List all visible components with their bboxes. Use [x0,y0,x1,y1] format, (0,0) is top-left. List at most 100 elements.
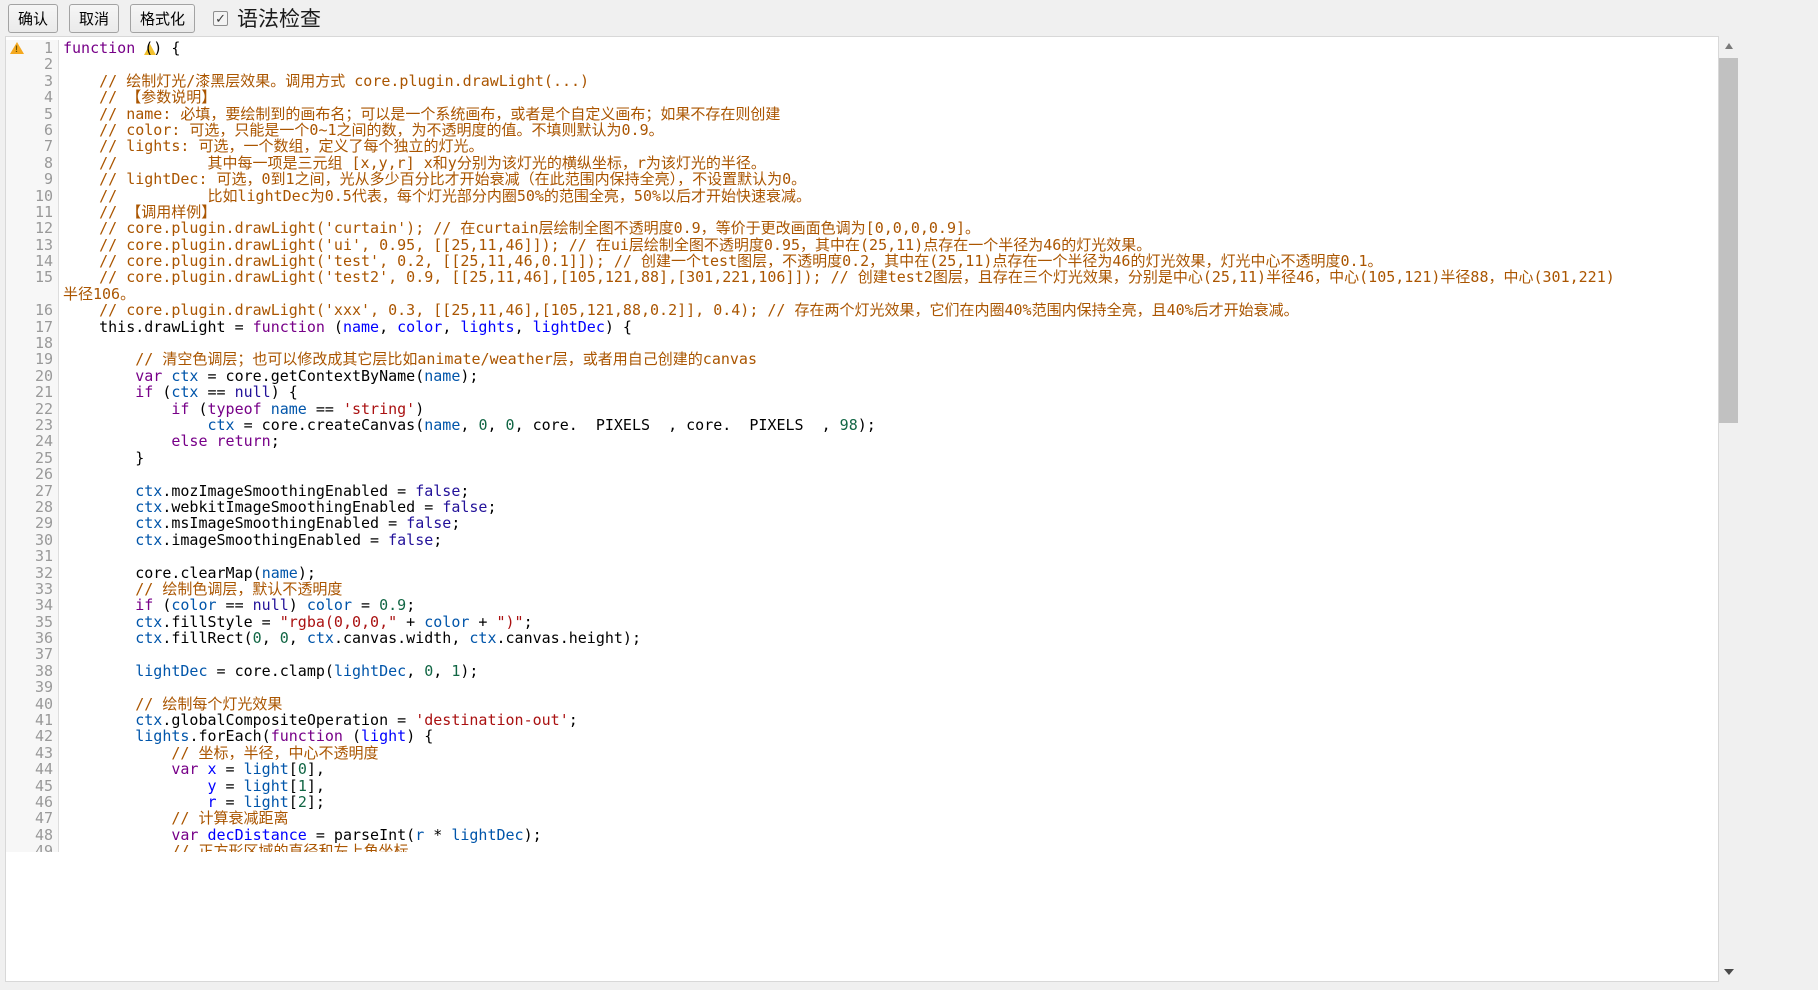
code-text[interactable]: // 绘制每个灯光效果 [59,696,1718,712]
code-text[interactable]: } [59,450,1718,466]
code-text[interactable]: ctx.fillStyle = "rgba(0,0,0," + color + … [59,614,1718,630]
code-line[interactable]: 31 [6,548,1718,564]
code-line[interactable]: 17 this.drawLight = function (name, colo… [6,319,1718,335]
code-line[interactable]: 34 if (color == null) color = 0.9; [6,597,1718,613]
code-text[interactable]: // lightDec: 可选，0到1之间，光从多少百分比才开始衰减（在此范围内… [59,171,1718,187]
code-line[interactable]: 13 // core.plugin.drawLight('ui', 0.95, … [6,237,1718,253]
code-text[interactable]: if (typeof name == 'string') [59,401,1718,417]
code-text[interactable]: // core.plugin.drawLight('test', 0.2, [[… [59,253,1718,269]
code-editor[interactable]: 1function () {23 // 绘制灯光/漆黑层效果。调用方式 core… [6,37,1718,852]
code-text[interactable] [59,679,1718,695]
code-text[interactable]: var x = light[0], [59,761,1718,777]
code-text[interactable]: // 绘制灯光/漆黑层效果。调用方式 core.plugin.drawLight… [59,73,1718,89]
code-text[interactable]: var decDistance = parseInt(r * lightDec)… [59,827,1718,843]
code-line[interactable]: 44 var x = light[0], [6,761,1718,777]
code-line[interactable]: 23 ctx = core.createCanvas(name, 0, 0, c… [6,417,1718,433]
code-line[interactable]: 27 ctx.mozImageSmoothingEnabled = false; [6,483,1718,499]
code-line[interactable]: 7 // lights: 可选，一个数组，定义了每个独立的灯光。 [6,138,1718,154]
code-text[interactable]: // 坐标，半径，中心不透明度 [59,745,1718,761]
code-text[interactable]: ctx.globalCompositeOperation = 'destinat… [59,712,1718,728]
code-line[interactable]: 12 // core.plugin.drawLight('curtain'); … [6,220,1718,236]
code-line[interactable]: 1function () { [6,40,1718,56]
scrollbar-thumb[interactable] [1719,58,1738,423]
code-line[interactable]: 29 ctx.msImageSmoothingEnabled = false; [6,515,1718,531]
code-text[interactable]: if (color == null) color = 0.9; [59,597,1718,613]
code-line[interactable]: 49 // 正方形区域的直径和左上角坐标 [6,843,1718,852]
code-text[interactable]: // 【调用样例】 [59,204,1718,220]
scroll-down-button[interactable] [1719,962,1738,982]
code-line[interactable]: 24 else return; [6,433,1718,449]
code-text[interactable]: // 计算衰减距离 [59,810,1718,826]
code-line[interactable]: 32 core.clearMap(name); [6,565,1718,581]
code-line[interactable]: 19 // 清空色调层；也可以修改成其它层比如animate/weather层，… [6,351,1718,367]
code-text[interactable] [59,548,1718,564]
vertical-scrollbar[interactable] [1719,36,1738,982]
code-text[interactable]: // 其中每一项是三元组 [x,y,r] x和y分别为该灯光的横纵坐标，r为该灯… [59,155,1718,171]
code-text[interactable]: this.drawLight = function (name, color, … [59,319,1718,335]
code-line[interactable]: 3 // 绘制灯光/漆黑层效果。调用方式 core.plugin.drawLig… [6,73,1718,89]
code-line[interactable]: 39 [6,679,1718,695]
code-line[interactable]: 40 // 绘制每个灯光效果 [6,696,1718,712]
code-text[interactable]: r = light[2]; [59,794,1718,810]
code-line[interactable]: 35 ctx.fillStyle = "rgba(0,0,0," + color… [6,614,1718,630]
code-text[interactable]: function () { [59,40,1718,56]
code-line[interactable]: 2 [6,56,1718,72]
cancel-button[interactable]: 取消 [69,4,119,33]
code-text[interactable]: // 绘制色调层，默认不透明度 [59,581,1718,597]
code-text[interactable]: // 清空色调层；也可以修改成其它层比如animate/weather层，或者用… [59,351,1718,367]
code-text[interactable]: // 正方形区域的直径和左上角坐标 [59,843,1718,852]
code-text[interactable]: // core.plugin.drawLight('test2', 0.9, [… [59,269,1718,285]
code-text[interactable]: lightDec = core.clamp(lightDec, 0, 1); [59,663,1718,679]
code-line[interactable]: 5 // name: 必填，要绘制到的画布名；可以是一个系统画布，或者是个自定义… [6,106,1718,122]
code-line[interactable]: 半径106。 [6,286,1718,302]
code-text[interactable] [59,646,1718,662]
code-text[interactable]: if (ctx == null) { [59,384,1718,400]
code-line[interactable]: 38 lightDec = core.clamp(lightDec, 0, 1)… [6,663,1718,679]
code-text[interactable]: // color: 可选，只能是一个0~1之间的数，为不透明度的值。不填则默认为… [59,122,1718,138]
code-text[interactable]: ctx = core.createCanvas(name, 0, 0, core… [59,417,1718,433]
scroll-up-button[interactable] [1719,36,1738,56]
code-line[interactable]: 11 // 【调用样例】 [6,204,1718,220]
code-line[interactable]: 45 y = light[1], [6,778,1718,794]
code-text[interactable]: // core.plugin.drawLight('curtain'); // … [59,220,1718,236]
code-text[interactable] [59,56,1718,72]
code-line[interactable]: 41 ctx.globalCompositeOperation = 'desti… [6,712,1718,728]
code-line[interactable]: 16 // core.plugin.drawLight('xxx', 0.3, … [6,302,1718,318]
code-line[interactable]: 43 // 坐标，半径，中心不透明度 [6,745,1718,761]
code-text[interactable]: else return; [59,433,1718,449]
code-text[interactable]: // core.plugin.drawLight('xxx', 0.3, [[2… [59,302,1718,318]
code-line[interactable]: 30 ctx.imageSmoothingEnabled = false; [6,532,1718,548]
code-line[interactable]: 25 } [6,450,1718,466]
code-line[interactable]: 22 if (typeof name == 'string') [6,401,1718,417]
code-line[interactable]: 33 // 绘制色调层，默认不透明度 [6,581,1718,597]
code-text[interactable]: ctx.msImageSmoothingEnabled = false; [59,515,1718,531]
code-line[interactable]: 14 // core.plugin.drawLight('test', 0.2,… [6,253,1718,269]
code-text[interactable]: ctx.fillRect(0, 0, ctx.canvas.width, ctx… [59,630,1718,646]
code-line[interactable]: 48 var decDistance = parseInt(r * lightD… [6,827,1718,843]
code-text[interactable] [59,466,1718,482]
code-line[interactable]: 10 // 比如lightDec为0.5代表，每个灯光部分内圈50%的范围全亮，… [6,188,1718,204]
confirm-button[interactable]: 确认 [8,4,58,33]
code-line[interactable]: 46 r = light[2]; [6,794,1718,810]
code-line[interactable]: 42 lights.forEach(function (light) { [6,728,1718,744]
code-line[interactable]: 20 var ctx = core.getContextByName(name)… [6,368,1718,384]
code-text[interactable] [59,335,1718,351]
code-text[interactable]: y = light[1], [59,778,1718,794]
code-line[interactable]: 47 // 计算衰减距离 [6,810,1718,826]
code-line[interactable]: 28 ctx.webkitImageSmoothingEnabled = fal… [6,499,1718,515]
code-text[interactable]: // 比如lightDec为0.5代表，每个灯光部分内圈50%的范围全亮，50%… [59,188,1718,204]
code-text[interactable]: // 【参数说明】 [59,89,1718,105]
code-line[interactable]: 37 [6,646,1718,662]
code-text[interactable]: 半径106。 [59,286,1718,302]
code-text[interactable]: core.clearMap(name); [59,565,1718,581]
code-text[interactable]: // core.plugin.drawLight('ui', 0.95, [[2… [59,237,1718,253]
code-line[interactable]: 15 // core.plugin.drawLight('test2', 0.9… [6,269,1718,285]
code-text[interactable]: // lights: 可选，一个数组，定义了每个独立的灯光。 [59,138,1718,154]
syntax-check-checkbox[interactable]: ✓ [213,11,228,26]
format-button[interactable]: 格式化 [130,4,195,33]
code-text[interactable]: ctx.mozImageSmoothingEnabled = false; [59,483,1718,499]
code-line[interactable]: 9 // lightDec: 可选，0到1之间，光从多少百分比才开始衰减（在此范… [6,171,1718,187]
code-line[interactable]: 8 // 其中每一项是三元组 [x,y,r] x和y分别为该灯光的横纵坐标，r为… [6,155,1718,171]
code-line[interactable]: 6 // color: 可选，只能是一个0~1之间的数，为不透明度的值。不填则默… [6,122,1718,138]
code-text[interactable]: ctx.webkitImageSmoothingEnabled = false; [59,499,1718,515]
